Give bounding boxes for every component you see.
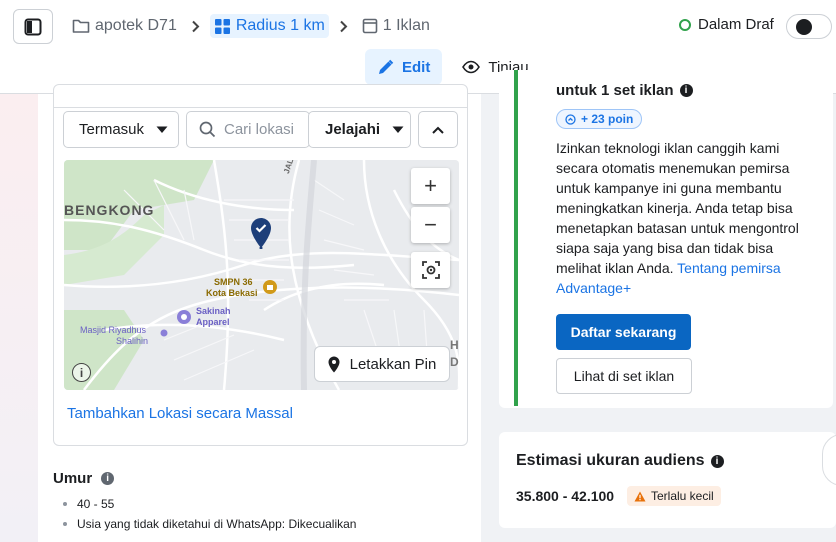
location-pin-icon [251, 218, 271, 249]
audience-warning-label: Terlalu kecil [651, 489, 714, 503]
include-dropdown[interactable]: Termasuk [63, 111, 179, 148]
zoom-in-button[interactable]: + [411, 168, 450, 204]
advantage-heading-label: untuk 1 set iklan [556, 82, 674, 99]
zoom-out-button[interactable]: − [411, 207, 450, 243]
breadcrumb-ad-label: 1 Iklan [382, 17, 430, 34]
map-mosque-label-1: Masjid Riyadhus [80, 325, 147, 335]
pencil-icon [379, 59, 394, 74]
chevron-right-icon [339, 20, 348, 33]
bulk-add-locations-link[interactable]: Tambahkan Lokasi secara Massal [67, 405, 293, 422]
breadcrumb-adset[interactable]: Radius 1 km [209, 14, 329, 38]
location-search-input[interactable]: Cari lokasi [186, 111, 310, 148]
status-circle-icon [679, 18, 691, 31]
store-marker-icon [177, 310, 191, 324]
view-in-adset-button[interactable]: Lihat di set iklan [556, 358, 692, 394]
map-store-label-2: Apparel [196, 317, 230, 327]
advantage-description: Izinkan teknologi iklan canggih kami sec… [556, 138, 814, 298]
sidebar-panel-icon [24, 18, 42, 35]
map-pin-icon [328, 356, 340, 372]
map-info-button[interactable]: i [72, 363, 91, 382]
location-card: Termasuk Cari lokasi Jelajahi BENGKONG S… [53, 84, 468, 446]
chevron-up-icon [432, 126, 444, 134]
recenter-map-button[interactable] [411, 252, 450, 288]
ad-window-icon [362, 18, 378, 34]
map-edge-label-2: D [450, 355, 459, 369]
breadcrumb-ad[interactable]: 1 Iklan [358, 14, 434, 38]
breadcrumb-campaign-label: apotek D71 [95, 17, 177, 34]
focus-target-icon [421, 261, 440, 279]
publish-toggle[interactable] [786, 14, 832, 39]
drop-pin-button[interactable]: Letakkan Pin [314, 346, 450, 382]
enroll-now-button[interactable]: Daftar sekarang [556, 314, 691, 350]
toggle-sidebar-button[interactable] [13, 9, 53, 44]
list-item: Usia yang tidak diketahui di WhatsApp: D… [61, 514, 356, 534]
breadcrumb: apotek D71 Radius 1 km 1 Iklan [68, 12, 434, 40]
advantage-heading: untuk 1 set iklan i [556, 82, 693, 99]
age-list: 40 - 55 Usia yang tidak diketahui di Wha… [61, 494, 356, 534]
eye-icon [462, 60, 481, 74]
breadcrumb-campaign[interactable]: apotek D71 [68, 14, 181, 38]
chevron-right-icon [191, 20, 200, 33]
mosque-marker-icon [160, 329, 168, 337]
growth-arrow-icon [565, 113, 576, 125]
location-map[interactable]: BENGKONG JALAN K SMPN 36 Kota Bekasi Sak… [64, 160, 459, 390]
location-card-top [54, 85, 467, 108]
search-icon [199, 121, 216, 138]
map-mosque-label-2: Shalihin [116, 336, 149, 346]
tab-edit-label: Edit [402, 58, 431, 76]
map-edge-label-1: H [450, 338, 459, 352]
points-label: + 23 poin [581, 112, 634, 126]
drop-pin-label: Letakkan Pin [349, 355, 437, 373]
folder-icon [72, 19, 90, 33]
warning-icon [634, 491, 646, 501]
grid-icon [214, 18, 230, 34]
map-school-label-1: SMPN 36 [214, 277, 253, 287]
include-dropdown-label: Termasuk [79, 121, 145, 138]
advantage-audience-card: untuk 1 set iklan i + 23 poin Izinkan te… [499, 70, 833, 408]
info-icon[interactable]: i [710, 454, 724, 468]
info-icon[interactable]: i [679, 84, 693, 97]
left-gutter [0, 94, 38, 542]
explore-dropdown[interactable]: Jelajahi [308, 111, 411, 148]
advantage-description-text: Izinkan teknologi iklan canggih kami sec… [556, 140, 799, 276]
audience-editor-panel: Termasuk Cari lokasi Jelajahi BENGKONG S… [38, 84, 481, 542]
age-section-title: Umur i [53, 470, 115, 487]
caret-down-icon [392, 126, 404, 133]
points-badge: + 23 poin [556, 109, 643, 129]
map-store-label-1: Sakinah [196, 306, 231, 316]
list-item: 40 - 55 [61, 494, 356, 514]
audience-size-title: Estimasi ukuran audiens i [516, 452, 724, 470]
status-label: Dalam Draf [698, 16, 774, 33]
info-icon[interactable]: i [101, 472, 115, 485]
audience-size-card: Estimasi ukuran audiens i 35.800 - 42.10… [499, 432, 836, 528]
draft-status: Dalam Draf [679, 16, 774, 33]
search-placeholder: Cari lokasi [224, 121, 295, 138]
school-marker-icon [263, 280, 277, 294]
card-accent-bar [514, 70, 518, 406]
tab-edit[interactable]: Edit [365, 49, 443, 85]
map-area-label: BENGKONG [64, 202, 155, 218]
toggle-knob [796, 19, 812, 35]
age-title-label: Umur [53, 470, 93, 487]
caret-down-icon [156, 126, 168, 133]
audience-size-range: 35.800 - 42.100 [516, 488, 615, 504]
map-school-label-2: Kota Bekasi [206, 288, 258, 298]
breadcrumb-adset-label: Radius 1 km [235, 17, 325, 34]
explore-dropdown-label: Jelajahi [325, 121, 381, 138]
collapse-map-button[interactable] [418, 111, 458, 148]
audience-warning-badge: Terlalu kecil [627, 486, 721, 506]
audience-size-title-label: Estimasi ukuran audiens [516, 452, 705, 469]
